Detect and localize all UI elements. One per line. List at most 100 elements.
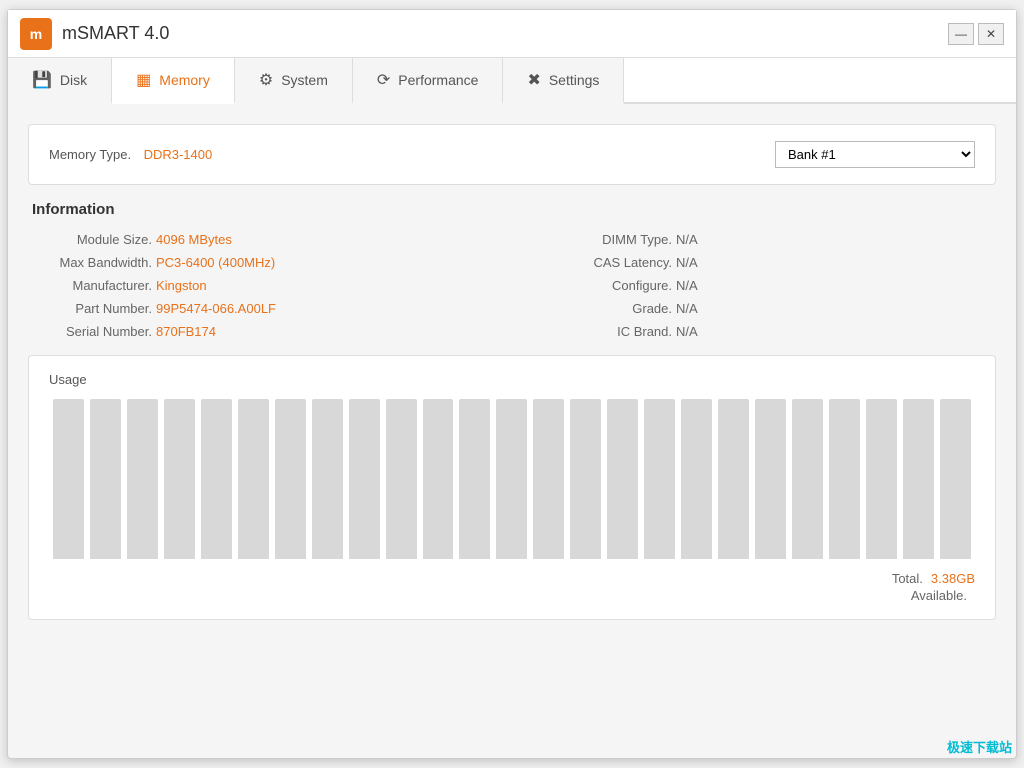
tab-performance[interactable]: ⟳ Performance (353, 58, 504, 104)
memory-type-label: Memory Type. (49, 147, 131, 162)
part-number-row: Part Number. 99P5474-066.A00LF (32, 301, 512, 316)
tab-system[interactable]: ⚙ System (235, 58, 353, 104)
app-logo: m (20, 18, 52, 50)
memory-icon: ▦ (136, 70, 151, 90)
cas-latency-value: N/A (676, 255, 698, 270)
configure-label: Configure. (552, 278, 672, 293)
main-window: m mSMART 4.0 — ✕ 💾 Disk ▦ Memory ⚙ Syste… (7, 9, 1017, 759)
usage-bar (644, 399, 675, 559)
info-grid: Module Size. 4096 MBytes Max Bandwidth. … (32, 232, 992, 339)
module-size-value: 4096 MBytes (156, 232, 232, 247)
usage-bar (238, 399, 269, 559)
module-size-row: Module Size. 4096 MBytes (32, 232, 512, 247)
cas-latency-row: CAS Latency. N/A (552, 255, 992, 270)
usage-bar (312, 399, 343, 559)
part-number-value: 99P5474-066.A00LF (156, 301, 276, 316)
usage-bar (533, 399, 564, 559)
manufacturer-row: Manufacturer. Kingston (32, 278, 512, 293)
usage-bar (829, 399, 860, 559)
usage-available-row: Available. (911, 588, 975, 603)
usage-bar (718, 399, 749, 559)
dimm-type-row: DIMM Type. N/A (552, 232, 992, 247)
max-bandwidth-row: Max Bandwidth. PC3-6400 (400MHz) (32, 255, 512, 270)
tab-performance-label: Performance (398, 72, 478, 88)
serial-number-row: Serial Number. 870FB174 (32, 324, 512, 339)
bank-select[interactable]: Bank #1 Bank #2 Bank #3 Bank #4 (775, 141, 975, 168)
usage-bar (386, 399, 417, 559)
tab-memory-label: Memory (159, 72, 210, 88)
dimm-type-value: N/A (676, 232, 698, 247)
performance-icon: ⟳ (377, 70, 390, 90)
manufacturer-value: Kingston (156, 278, 207, 293)
total-value: 3.38GB (931, 571, 975, 586)
tab-bar: 💾 Disk ▦ Memory ⚙ System ⟳ Performance ✖… (8, 58, 1016, 104)
usage-bar (423, 399, 454, 559)
tab-system-label: System (281, 72, 328, 88)
usage-card: Usage Total. 3.38GB Available. (28, 355, 996, 620)
grade-row: Grade. N/A (552, 301, 992, 316)
ic-brand-row: IC Brand. N/A (552, 324, 992, 339)
information-section: Information Module Size. 4096 MBytes Max… (28, 201, 996, 339)
system-icon: ⚙ (259, 70, 273, 90)
app-title: mSMART 4.0 (62, 23, 169, 44)
memory-type-value: DDR3-1400 (144, 147, 213, 162)
tab-settings-label: Settings (549, 72, 600, 88)
settings-icon: ✖ (527, 70, 540, 90)
max-bandwidth-label: Max Bandwidth. (32, 255, 152, 270)
memory-type-card: Memory Type. DDR3-1400 Bank #1 Bank #2 B… (28, 124, 996, 185)
window-controls: — ✕ (948, 23, 1004, 45)
usage-bar (940, 399, 971, 559)
usage-bar (866, 399, 897, 559)
configure-row: Configure. N/A (552, 278, 992, 293)
total-label: Total. (892, 571, 923, 586)
usage-bar (201, 399, 232, 559)
ic-brand-value: N/A (676, 324, 698, 339)
usage-bar (903, 399, 934, 559)
tab-disk-label: Disk (60, 72, 87, 88)
usage-bar (127, 399, 158, 559)
usage-bar (275, 399, 306, 559)
content-area: Memory Type. DDR3-1400 Bank #1 Bank #2 B… (8, 104, 1016, 758)
usage-bar (792, 399, 823, 559)
cas-latency-label: CAS Latency. (552, 255, 672, 270)
module-size-label: Module Size. (32, 232, 152, 247)
usage-total-row: Total. 3.38GB (892, 571, 975, 586)
usage-bar (459, 399, 490, 559)
bars-container (49, 399, 975, 559)
tab-memory[interactable]: ▦ Memory (112, 58, 235, 104)
usage-bar (90, 399, 121, 559)
disk-icon: 💾 (32, 70, 52, 90)
info-col-right: DIMM Type. N/A CAS Latency. N/A Configur… (512, 232, 992, 339)
usage-title: Usage (49, 372, 975, 387)
tab-settings[interactable]: ✖ Settings (503, 58, 624, 104)
serial-number-value: 870FB174 (156, 324, 216, 339)
minimize-button[interactable]: — (948, 23, 974, 45)
grade-label: Grade. (552, 301, 672, 316)
title-left: m mSMART 4.0 (20, 18, 169, 50)
grade-value: N/A (676, 301, 698, 316)
available-label: Available. (911, 588, 967, 603)
usage-bar (607, 399, 638, 559)
title-bar: m mSMART 4.0 — ✕ (8, 10, 1016, 58)
usage-bar (570, 399, 601, 559)
watermark: 极速下载站 (947, 737, 1012, 756)
memory-type-row: Memory Type. DDR3-1400 Bank #1 Bank #2 B… (49, 141, 975, 168)
tab-disk[interactable]: 💾 Disk (8, 58, 112, 104)
usage-bar (164, 399, 195, 559)
manufacturer-label: Manufacturer. (32, 278, 152, 293)
dimm-type-label: DIMM Type. (552, 232, 672, 247)
max-bandwidth-value: PC3-6400 (400MHz) (156, 255, 275, 270)
usage-footer: Total. 3.38GB Available. (49, 571, 975, 603)
serial-number-label: Serial Number. (32, 324, 152, 339)
part-number-label: Part Number. (32, 301, 152, 316)
usage-bar (681, 399, 712, 559)
information-title: Information (32, 201, 992, 218)
ic-brand-label: IC Brand. (552, 324, 672, 339)
info-col-left: Module Size. 4096 MBytes Max Bandwidth. … (32, 232, 512, 339)
usage-bar (755, 399, 786, 559)
close-button[interactable]: ✕ (978, 23, 1004, 45)
usage-bar (349, 399, 380, 559)
memory-type-left: Memory Type. DDR3-1400 (49, 146, 212, 164)
usage-bar (53, 399, 84, 559)
usage-bar (496, 399, 527, 559)
